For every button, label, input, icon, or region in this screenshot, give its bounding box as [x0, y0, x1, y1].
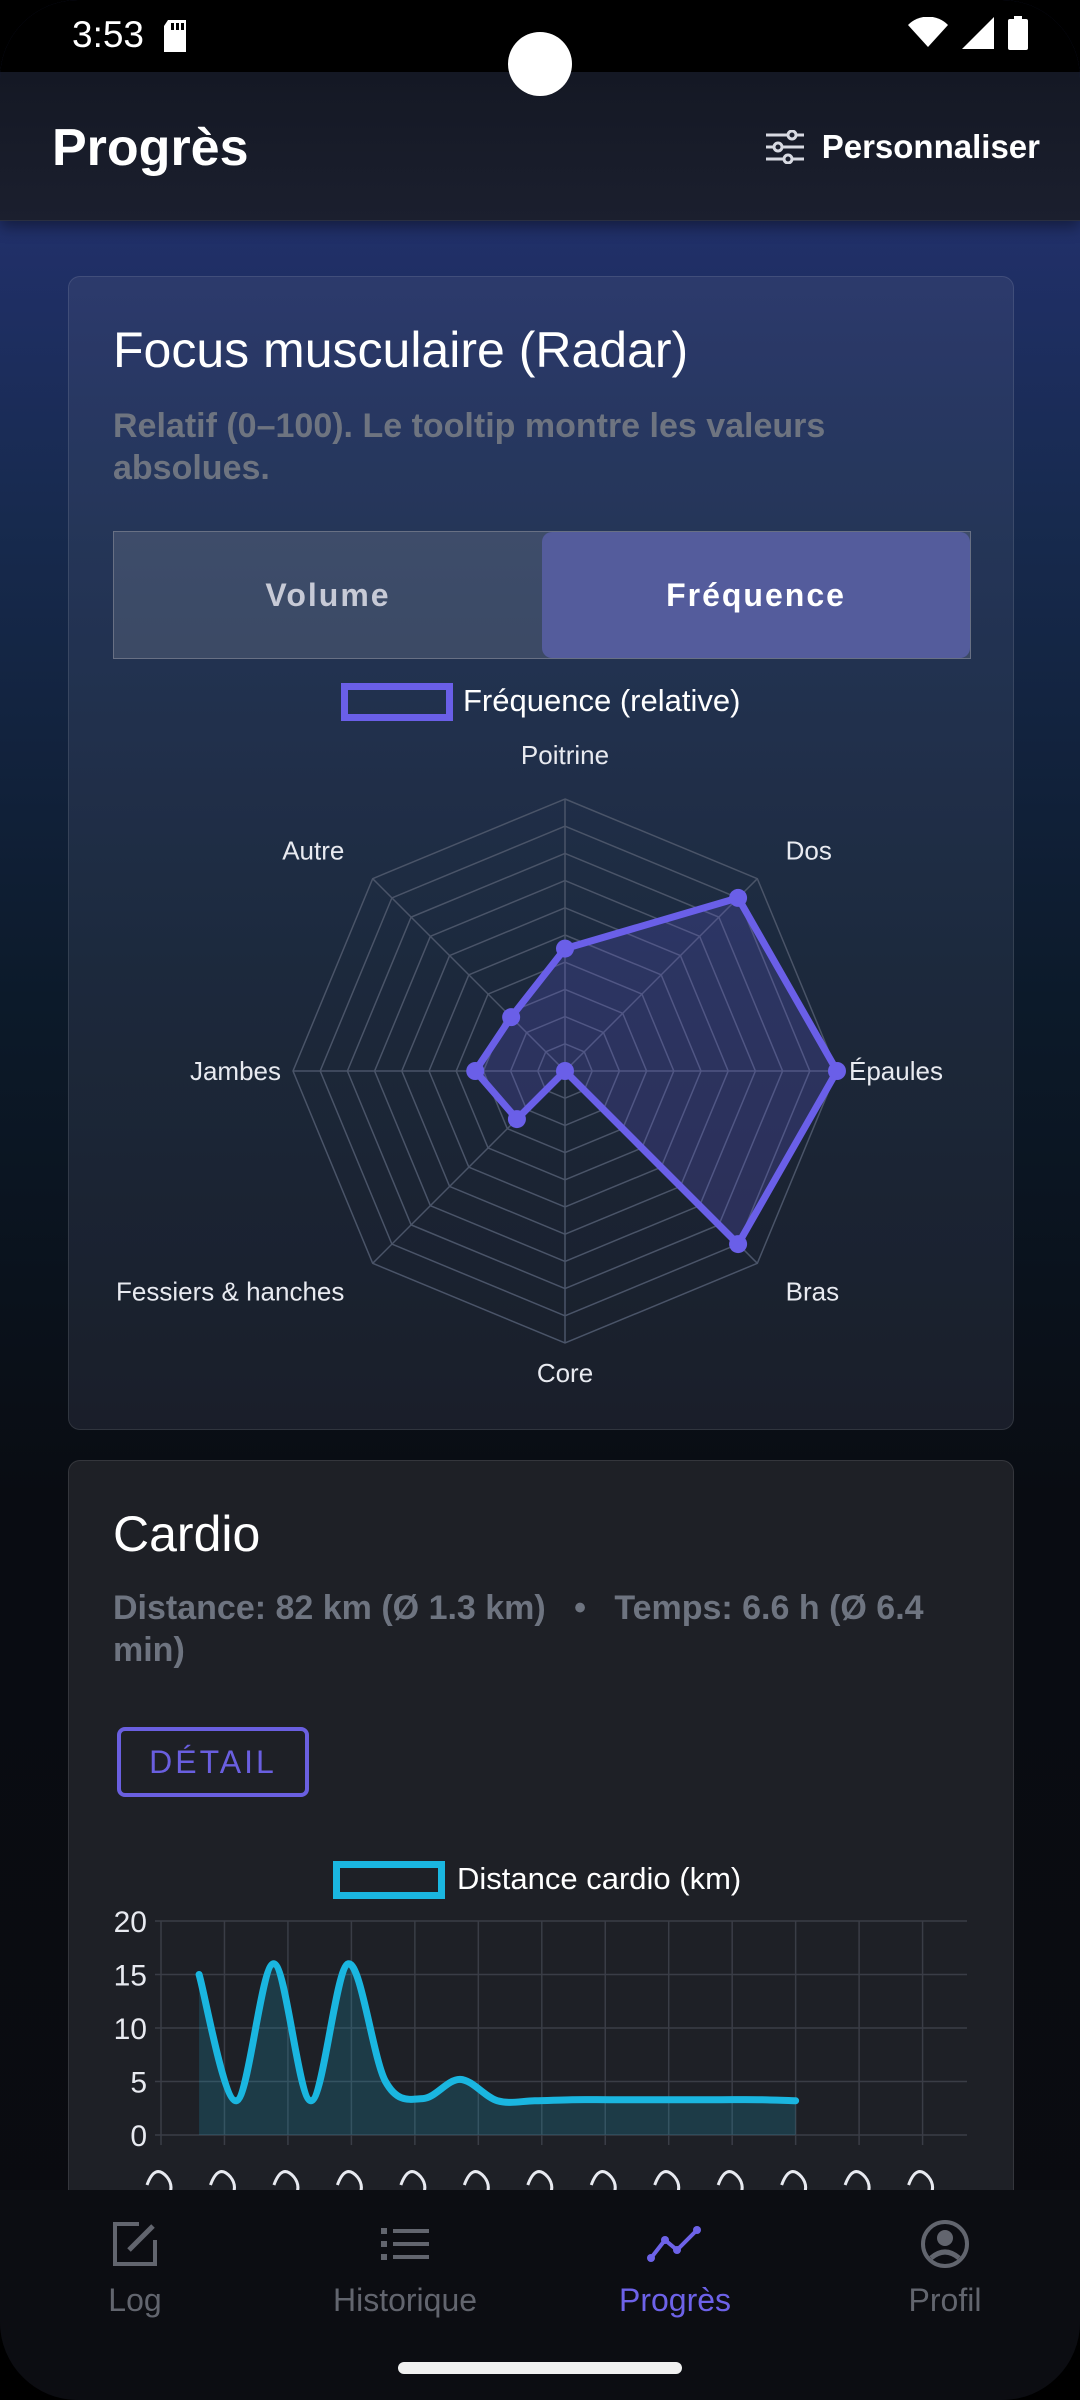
customize-button[interactable]: Personnaliser	[765, 122, 1040, 172]
sd-card-icon	[164, 20, 186, 52]
status-time: 3:53	[72, 14, 145, 55]
nav-progress[interactable]: Progrès	[540, 2218, 810, 2319]
cardio-y-tick-label: 5	[130, 2067, 147, 2100]
nav-profile[interactable]: Profil	[810, 2218, 1080, 2319]
nav-log[interactable]: Log	[0, 2218, 270, 2319]
page-title: Progrès	[52, 119, 249, 177]
radar-point[interactable]	[556, 939, 574, 958]
cardio-line-chart: 0 5 10 15 20	[114, 1906, 967, 2200]
radar-point[interactable]	[502, 1008, 521, 1027]
list-icon	[381, 2228, 429, 2260]
radar-point[interactable]	[729, 1235, 748, 1254]
nav-profile-label: Profil	[908, 2282, 982, 2318]
nav-progress-label: Progrès	[618, 2282, 732, 2318]
cardio-card: Cardio Distance: 82 km (Ø 1.3 km) • Temp…	[68, 1460, 1014, 2222]
cardio-y-tick-label: 0	[130, 2120, 147, 2153]
home-indicator	[398, 2362, 682, 2374]
account-icon	[921, 2220, 969, 2268]
trend-icon	[647, 2226, 701, 2262]
radar-chart: Poitrine Dos Épaules Bras Core Fessiers & han…	[116, 740, 943, 1388]
radar-point[interactable]	[507, 1110, 526, 1129]
radar-point[interactable]	[828, 1062, 846, 1080]
radar-axis-label: Dos	[786, 835, 832, 865]
radar-axis-label: Autre	[282, 835, 344, 865]
cardio-y-tick-label: 20	[114, 1906, 147, 1939]
edit-icon	[113, 2222, 157, 2266]
signal-icon	[962, 17, 994, 49]
radar-axis-label: Core	[537, 1358, 593, 1388]
screen: 3:53 Progrès Personnaliser Focus muscula…	[0, 0, 1080, 2400]
tune-icon	[765, 130, 804, 164]
cardio-y-tick-label: 15	[114, 1960, 147, 1993]
cardio-y-tick-label: 10	[114, 2013, 147, 2046]
customize-label: Personnaliser	[821, 128, 1040, 165]
nav-history-label: Historique	[332, 2282, 478, 2318]
radar-axis-label: Épaules	[849, 1056, 943, 1086]
wifi-icon	[908, 17, 948, 47]
radar-axis-label: Jambes	[190, 1056, 281, 1086]
radar-axis-label: Fessiers & hanches	[116, 1277, 344, 1307]
nav-history[interactable]: Historique	[270, 2218, 540, 2319]
radar-point[interactable]	[729, 888, 748, 907]
radar-axis-label: Poitrine	[521, 740, 609, 770]
radar-point[interactable]	[556, 1062, 574, 1080]
muscle-focus-card: Focus musculaire (Radar) Relatif (0–100)…	[68, 276, 1014, 1430]
battery-icon	[1008, 16, 1028, 50]
radar-point[interactable]	[466, 1062, 485, 1080]
nav-log-label: Log	[108, 2282, 162, 2318]
radar-axis-label: Bras	[786, 1277, 839, 1307]
camera-cutout	[508, 32, 572, 96]
